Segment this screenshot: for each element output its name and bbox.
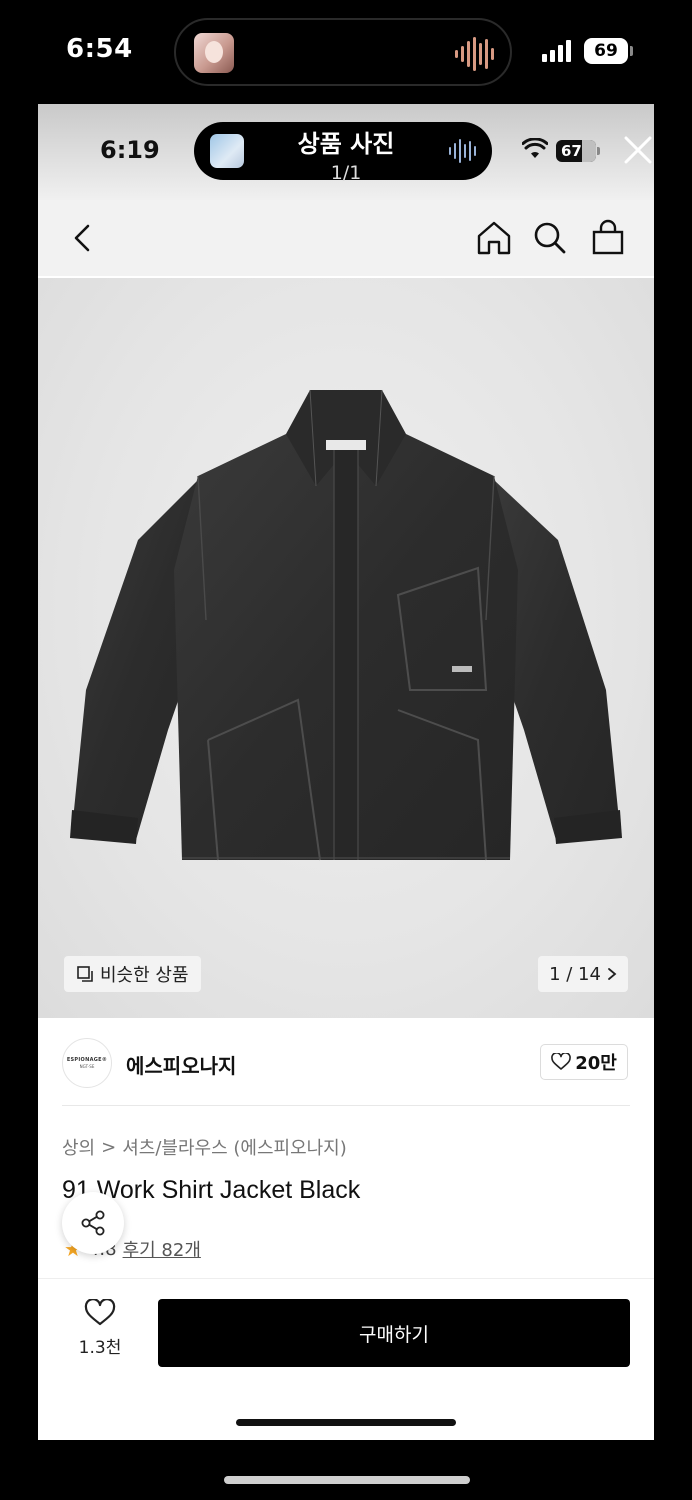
heart-icon — [84, 1299, 116, 1326]
breadcrumb: 상의 > 셔츠/블라우스 (에스피오나지) — [62, 1134, 347, 1160]
outer-status-bar: 6:54 69 — [0, 0, 692, 100]
top-navigation — [38, 200, 654, 276]
wifi-icon — [522, 138, 548, 158]
home-indicator[interactable] — [224, 1476, 470, 1484]
buy-button[interactable]: 구매하기 — [158, 1299, 630, 1367]
share-button[interactable] — [62, 1192, 124, 1254]
similar-products-button[interactable]: 비슷한 상품 — [64, 956, 201, 992]
product-screenshot: 6:19 상품 사진 1/1 67 비슷한 상품 1 / 14 ESPIONAG… — [38, 104, 654, 1440]
brand-name[interactable]: 에스피오나지 — [126, 1050, 236, 1079]
close-icon[interactable] — [618, 130, 654, 170]
search-icon[interactable] — [530, 218, 570, 258]
chevron-right-icon — [608, 968, 617, 980]
page-indicator-text: 1 / 14 — [549, 963, 601, 985]
inner-home-indicator — [236, 1419, 456, 1426]
brand-logo[interactable]: ESPIONAGE® NGT·SE — [62, 1038, 112, 1088]
brand-like-button[interactable]: 20만 — [540, 1044, 628, 1080]
breadcrumb-category[interactable]: 상의 — [62, 1134, 95, 1160]
similar-label: 비슷한 상품 — [100, 965, 189, 986]
share-icon — [81, 1210, 105, 1236]
review-link[interactable]: 후기 82개 — [123, 1236, 201, 1262]
viewer-counter: 1/1 — [330, 162, 362, 184]
jacket-photo — [70, 390, 622, 861]
image-page-indicator[interactable]: 1 / 14 — [538, 956, 628, 992]
purchase-bar: 1.3천 구매하기 — [38, 1278, 654, 1440]
back-icon[interactable] — [64, 218, 104, 258]
brand-like-count: 20만 — [575, 1053, 617, 1074]
divider — [62, 1105, 630, 1106]
battery-icon: 67 — [556, 140, 600, 162]
signal-icon — [542, 40, 571, 62]
bag-icon[interactable] — [588, 218, 628, 258]
battery-icon: 69 — [584, 38, 633, 64]
breadcrumb-separator: > — [101, 1136, 117, 1158]
heart-icon — [551, 1053, 571, 1070]
dynamic-island[interactable] — [174, 18, 512, 86]
similar-icon — [77, 966, 93, 982]
brand-row[interactable]: ESPIONAGE® NGT·SE 에스피오나지 20만 — [38, 1018, 654, 1106]
home-icon[interactable] — [474, 218, 514, 258]
breadcrumb-subcategory[interactable]: 셔츠/블라우스 (에스피오나지) — [122, 1134, 347, 1160]
soundwave-icon — [455, 36, 494, 72]
product-image[interactable]: 비슷한 상품 1 / 14 — [38, 278, 654, 1018]
wishlist-button[interactable]: 1.3천 — [70, 1299, 130, 1358]
now-playing-thumbnail — [194, 33, 234, 73]
wishlist-count: 1.3천 — [78, 1338, 122, 1358]
outer-clock: 6:54 — [66, 34, 133, 64]
inner-status-bar: 6:19 상품 사진 1/1 67 — [38, 104, 654, 200]
